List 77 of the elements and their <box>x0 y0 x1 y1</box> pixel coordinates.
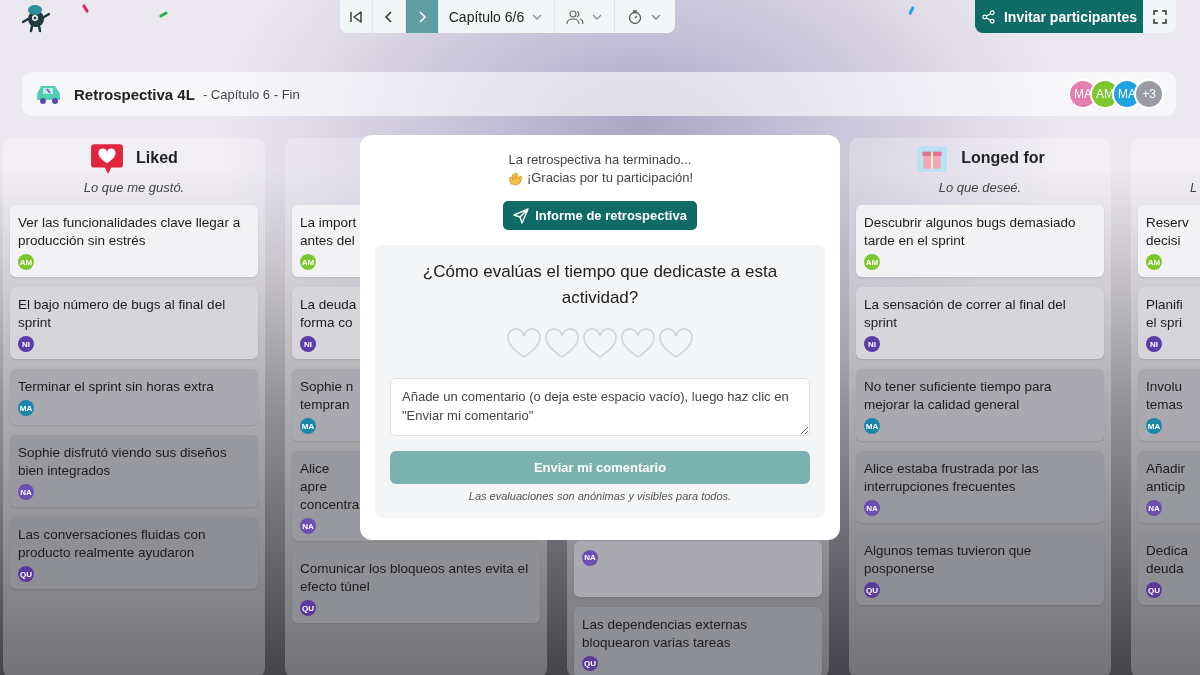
column-title: Liked <box>136 149 178 167</box>
confetti-piece <box>158 10 169 19</box>
author-avatar: MA <box>300 418 316 434</box>
invite-button[interactable]: Invitar participantes <box>975 0 1143 33</box>
confetti-piece <box>81 3 90 14</box>
card-text: Dedica deuda <box>1146 542 1190 578</box>
author-avatar: QU <box>300 600 316 616</box>
heart-icon <box>582 328 618 360</box>
card-text: Algunos temas tuvieron que posponerse <box>864 542 1033 578</box>
rating-question: ¿Cómo evalúas el tiempo que dedicaste a esta actividad? <box>421 261 779 309</box>
author-avatar: QU <box>582 655 598 671</box>
anonymity-note: Las evaluaciones son anónimas y visibles para todos. <box>468 490 732 502</box>
fullscreen-icon <box>1152 9 1167 24</box>
author-avatar: MA <box>864 418 880 434</box>
author-avatar: AM <box>18 254 34 270</box>
author-avatar: AM <box>300 254 316 270</box>
card-text: Sophie disfrutó viendo sus diseños bien integrados <box>18 444 228 480</box>
card-text: Reserv decisi <box>1146 214 1190 250</box>
mascot-logo <box>22 3 50 33</box>
card-text: La deuda forma co <box>300 296 358 332</box>
fullscreen-button[interactable] <box>1143 0 1176 33</box>
author-avatar: AM <box>1146 254 1162 270</box>
share-icon <box>981 8 996 25</box>
author-avatar: QU <box>18 566 34 582</box>
heart-icon <box>620 328 656 360</box>
column-subtitle: Lo que deseé. <box>938 180 1022 195</box>
card-text: Terminar el sprint sin horas extra <box>18 378 215 396</box>
author-avatar: MA <box>18 400 34 416</box>
author-avatar: NI <box>300 336 316 352</box>
heart-bubble-icon <box>90 142 125 174</box>
comment-field[interactable]: Añade un comentario (o deja este espacio vacío), luego haz clic en "Enviar mi comentario" <box>390 378 810 436</box>
first-chapter-icon <box>348 8 364 25</box>
card-text: La import antes del <box>300 214 358 250</box>
column-subtitle: L <box>1190 180 1198 195</box>
author-avatar: QU <box>864 582 880 598</box>
card-text: Alice apre concentra <box>300 460 360 514</box>
thanks-text: ¡Gracias por tu participación! <box>526 169 694 187</box>
chapter-subtitle: - Capítulo 6 - Fin <box>202 86 300 102</box>
author-avatar: NA <box>300 518 316 534</box>
author-avatar: AM <box>864 254 880 270</box>
card-text: Involu temas <box>1146 378 1184 414</box>
card-text: Sophie n tempran <box>300 378 355 414</box>
card-text: Ver las funcionalidades clave llegar a producción sin estrés <box>18 214 242 250</box>
confetti-piece <box>908 5 915 16</box>
author-avatar: MA <box>1146 418 1162 434</box>
people-icon <box>565 8 584 25</box>
stopwatch-icon <box>627 8 643 25</box>
card-text: Alice estaba frustrada por las interrupciones frecuentes <box>864 460 1040 496</box>
retrospective-title: Retrospectiva 4L <box>74 85 195 103</box>
author-avatar: NA <box>582 549 598 566</box>
heart-icon <box>544 328 580 360</box>
card-text: Descubrir algunos bugs demasiado tarde en el sprint <box>864 214 1077 250</box>
report-button[interactable]: Informe de retrospectiva <box>503 201 697 230</box>
author-avatar: NI <box>1146 336 1162 352</box>
card-text: La sensación de correr al final del sprint <box>864 296 1067 332</box>
author-avatar: QU <box>1146 582 1162 598</box>
column-subtitle: Lo que me gustó. <box>83 180 185 195</box>
first-chapter-button[interactable] <box>340 0 373 33</box>
card-text: Las dependencias externas bloquearon varias tareas <box>582 615 749 652</box>
status-text: La retrospectiva ha terminado... <box>508 151 692 169</box>
card-text: No tener suficiente tiempo para mejorar la calidad general <box>864 378 1053 414</box>
author-avatar: NA <box>1146 500 1162 516</box>
card-text: Las conversaciones fluidas con producto realmente ayudaron <box>18 526 207 562</box>
send-icon <box>513 207 530 224</box>
card-text: El bajo número de bugs al final del sprint <box>18 296 227 332</box>
column-title: Longed for <box>961 149 1045 167</box>
heart-icon <box>658 328 694 360</box>
chevron-right-button[interactable] <box>406 0 439 33</box>
heart-icon <box>506 328 542 360</box>
clapping-hands-icon <box>506 170 523 186</box>
author-avatar: NI <box>18 336 34 352</box>
author-avatar: NA <box>864 500 880 516</box>
card-text: Comunicar los bloqueos antes evita el efecto túnel <box>300 560 530 596</box>
author-avatar: NA <box>18 484 34 500</box>
author-avatar: NI <box>864 336 880 352</box>
card-text: Añadir anticip <box>1146 460 1187 496</box>
card-text: Planifi el spri <box>1146 296 1184 332</box>
